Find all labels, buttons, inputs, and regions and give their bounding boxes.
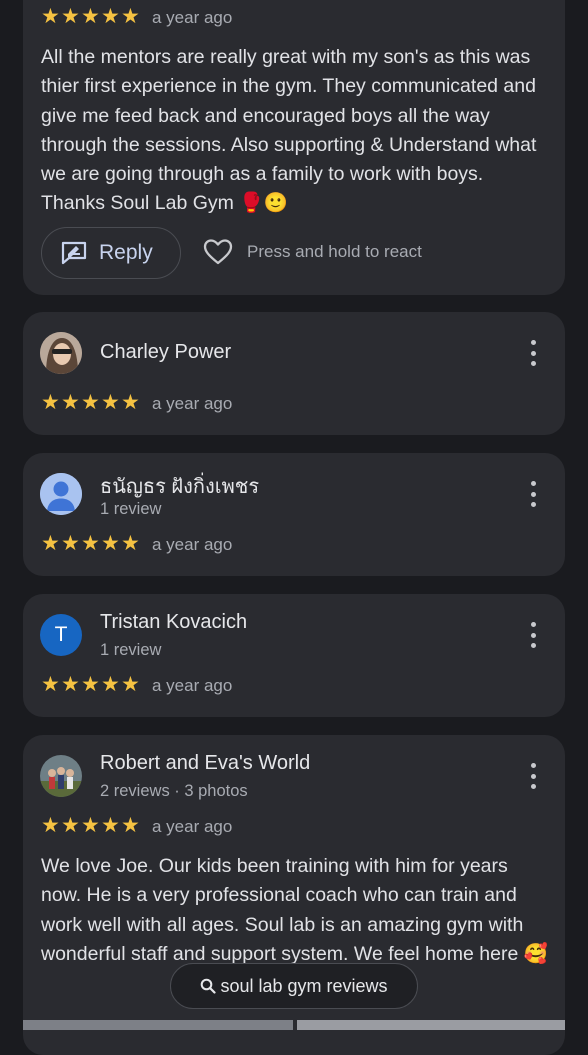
avatar[interactable] bbox=[40, 755, 82, 797]
star-icon: ★ bbox=[41, 814, 60, 837]
reply-label: Reply bbox=[99, 241, 153, 264]
reply-edit-icon bbox=[61, 241, 87, 265]
star-icon: ★ bbox=[81, 814, 100, 837]
reviewer-name[interactable]: Tristan Kovacich bbox=[100, 611, 247, 634]
reviewer-name[interactable]: ธนัญธร ฝังกิ่งเพชร bbox=[100, 470, 259, 502]
react-hint: Press and hold to react bbox=[247, 242, 422, 261]
review-time: a year ago bbox=[152, 676, 233, 695]
reviewer-meta: 1 review bbox=[100, 641, 162, 659]
star-rating: ★ ★ ★ ★ ★ bbox=[41, 815, 141, 837]
avatar[interactable] bbox=[40, 332, 82, 374]
reviewer-name[interactable]: Charley Power bbox=[100, 341, 231, 364]
avatar[interactable] bbox=[40, 473, 82, 515]
review-card: ★ ★ ★ ★ ★ a year ago All the mentors are rea… bbox=[23, 0, 565, 295]
review-text: All the mentors are really great with my… bbox=[41, 46, 537, 215]
search-query-chip[interactable]: soul lab gym reviews bbox=[170, 963, 418, 1009]
star-icon: ★ bbox=[121, 673, 140, 696]
star-icon: ★ bbox=[61, 532, 80, 555]
review-time: a year ago bbox=[152, 394, 233, 413]
avatar[interactable]: T bbox=[40, 614, 82, 656]
more-options-icon[interactable] bbox=[529, 340, 537, 366]
star-icon: ★ bbox=[121, 532, 140, 555]
star-rating: ★ ★ ★ ★ ★ bbox=[41, 392, 141, 414]
review-photo[interactable] bbox=[23, 1020, 293, 1030]
more-options-icon[interactable] bbox=[529, 763, 537, 789]
star-icon: ★ bbox=[41, 532, 60, 555]
more-options-icon[interactable] bbox=[529, 622, 537, 648]
star-icon: ★ bbox=[101, 814, 120, 837]
review-time: a year ago bbox=[152, 535, 233, 554]
star-rating: ★ ★ ★ ★ ★ bbox=[41, 6, 141, 28]
star-icon: ★ bbox=[41, 5, 60, 28]
star-icon: ★ bbox=[61, 814, 80, 837]
more-options-icon[interactable] bbox=[529, 481, 537, 507]
person-icon bbox=[40, 473, 82, 515]
star-icon: ★ bbox=[121, 391, 140, 414]
star-icon: ★ bbox=[41, 673, 60, 696]
star-icon: ★ bbox=[41, 391, 60, 414]
star-icon: ★ bbox=[81, 532, 100, 555]
star-icon: ★ bbox=[121, 5, 140, 28]
reviewer-meta: 1 review bbox=[100, 500, 162, 518]
star-rating: ★ ★ ★ ★ ★ bbox=[41, 674, 141, 696]
review-time: a year ago bbox=[152, 8, 233, 27]
star-icon: ★ bbox=[61, 673, 80, 696]
review-card: ธนัญธร ฝังกิ่งเพชร 1 review ★ ★ ★ ★ ★ a year… bbox=[23, 453, 565, 576]
star-icon: ★ bbox=[121, 814, 140, 837]
star-icon: ★ bbox=[101, 532, 120, 555]
star-icon: ★ bbox=[101, 673, 120, 696]
reply-button[interactable]: Reply bbox=[41, 227, 181, 279]
heart-icon[interactable] bbox=[203, 238, 233, 266]
star-rating: ★ ★ ★ ★ ★ bbox=[41, 533, 141, 555]
review-text: We love Joe. Our kids been training with… bbox=[41, 855, 548, 965]
reviewer-meta: 2 reviews · 3 photos bbox=[100, 782, 248, 800]
review-time: a year ago bbox=[152, 817, 233, 836]
star-icon: ★ bbox=[61, 5, 80, 28]
star-icon: ★ bbox=[101, 5, 120, 28]
review-card: Charley Power ★ ★ ★ ★ ★ a year ago bbox=[23, 312, 565, 435]
react-control[interactable]: Press and hold to react bbox=[203, 238, 422, 266]
review-photo[interactable] bbox=[297, 1020, 565, 1030]
star-icon: ★ bbox=[81, 391, 100, 414]
search-query: soul lab gym reviews bbox=[220, 975, 388, 996]
search-icon bbox=[201, 978, 217, 994]
star-icon: ★ bbox=[81, 673, 100, 696]
star-icon: ★ bbox=[61, 391, 80, 414]
star-icon: ★ bbox=[101, 391, 120, 414]
star-icon: ★ bbox=[81, 5, 100, 28]
avatar-initial: T bbox=[54, 623, 68, 646]
reviewer-name[interactable]: Robert and Eva's World bbox=[100, 752, 310, 775]
review-card: T Tristan Kovacich 1 review ★ ★ ★ ★ ★ a year… bbox=[23, 594, 565, 717]
